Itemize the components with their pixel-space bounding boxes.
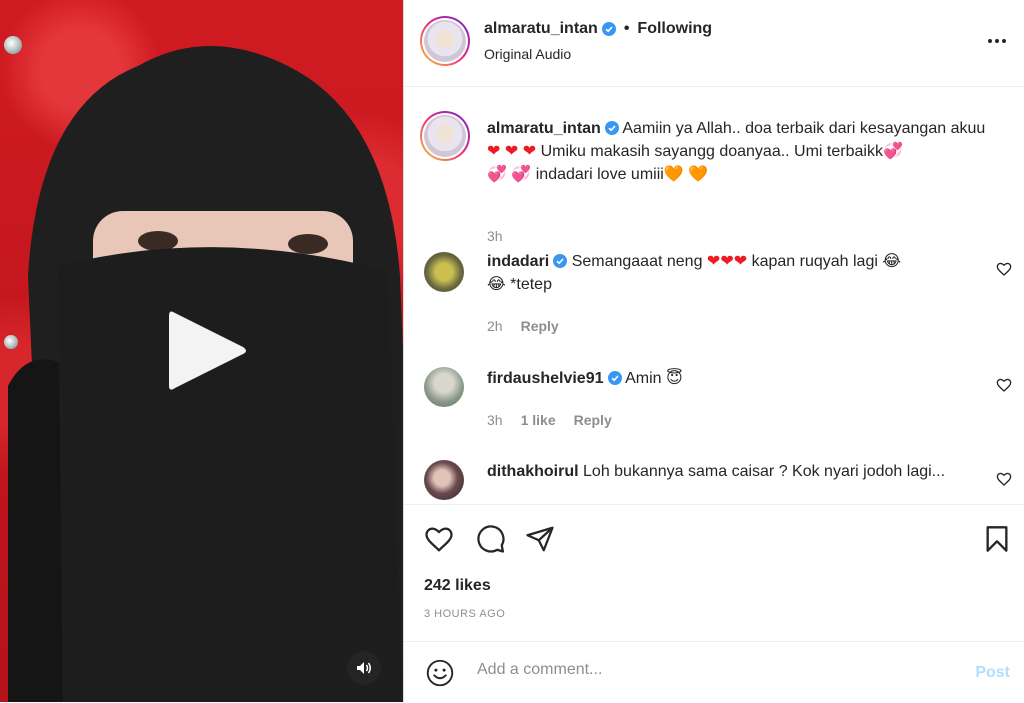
heart-emoji: ❤ [720,253,734,270]
post-sidebar: almaratu_intan • Following Original Audi… [403,0,1024,702]
comment-time[interactable]: 2h [487,318,503,334]
heart-emoji: ❤ [522,143,537,160]
caption-username[interactable]: almaratu_intan [487,120,601,137]
comment-like-heart-icon[interactable] [996,377,1012,393]
caption-part-3: Umiku makasih sayangg doanyaa.. Umi terb… [540,143,883,160]
mute-button[interactable] [347,651,381,685]
emoji-picker-icon[interactable] [426,659,454,687]
love-emoji: 💞 [511,166,532,183]
orange-heart-emoji: 🧡 [663,166,684,183]
commenter-avatar[interactable] [424,460,464,500]
caption-meta: 3h [487,228,503,244]
comment-text: dithakhoirul Loh bukannya sama caisar ? … [487,460,987,483]
caption-part-2: akuu [950,120,986,137]
save-bookmark-icon[interactable] [984,525,1010,553]
comment-body: Semangaaat neng [571,253,703,270]
comment-row: firdaushelvie91 Amin 😇 3h 1 like Reply [404,367,1024,447]
commenter-avatar[interactable] [424,367,464,407]
comment-row: dithakhoirul Loh bukannya sama caisar ? … [404,460,1024,503]
heart-emoji: ❤ [706,253,721,270]
verified-badge-icon [553,254,568,268]
reply-button[interactable]: Reply [574,412,612,428]
comment-likes[interactable]: 1 like [521,412,556,428]
post-comment-button[interactable]: Post [975,664,1010,682]
verified-badge-icon [607,371,622,385]
comment-text: firdaushelvie91 Amin 😇 [487,367,957,390]
play-button[interactable] [165,306,251,396]
comment-row: indadari Semangaaat neng ❤❤❤ kapan ruqya… [404,250,1024,350]
comment-input[interactable] [475,660,919,680]
comment-body: Loh bukannya sama caisar ? Kok nyari jod… [583,463,946,480]
likes-count[interactable]: 242 likes [424,577,491,595]
author-username[interactable]: almaratu_intan [484,20,598,38]
comment-meta: 3h 1 like Reply [487,412,612,428]
author-line: almaratu_intan • Following [484,20,712,38]
post-header: almaratu_intan • Following Original Audi… [404,0,1024,87]
love-emoji: 💞 [882,143,903,160]
heart-emoji: ❤ [504,143,519,160]
share-send-icon[interactable] [525,524,555,554]
laugh-emoji: 😂 [882,253,902,270]
comment-time[interactable]: 3h [487,412,503,428]
verified-badge-icon [601,22,616,36]
comment-body: Amin [625,370,662,387]
caption-text: almaratu_intan Aamiin ya Allah.. doa ter… [487,117,997,186]
smile-emoji: 😇 [665,370,683,387]
add-comment-bar: Post [404,641,1024,703]
commenter-avatar[interactable] [424,252,464,292]
caption-part-4: indadari love umiii [535,166,664,183]
comment-username[interactable]: dithakhoirul [487,463,579,480]
author-avatar[interactable] [420,16,470,66]
heart-emoji: ❤ [733,253,748,270]
caption-part-1: Aamiin ya Allah.. doa terbaik dari kesay… [622,120,947,137]
comment-like-heart-icon[interactable] [996,471,1012,487]
comment-meta: 2h Reply [487,318,559,334]
orange-heart-emoji: 🧡 [688,166,709,183]
comment-body: kapan ruqyah lagi [751,253,878,270]
separator-dot: • [623,20,630,37]
like-heart-icon[interactable] [424,525,454,553]
post-timestamp[interactable]: 3 HOURS AGO [424,608,505,620]
comment-bubble-icon[interactable] [476,524,506,554]
comment-text: indadari Semangaaat neng ❤❤❤ kapan ruqya… [487,250,957,296]
comment-body: *tetep [510,276,552,293]
caption: almaratu_intan Aamiin ya Allah.. doa ter… [404,111,1024,244]
heart-emoji: ❤ [487,143,501,160]
instagram-post-modal: almaratu_intan • Following Original Audi… [0,0,1024,702]
caption-time[interactable]: 3h [487,228,503,244]
comment-like-heart-icon[interactable] [996,261,1012,277]
comments-section: almaratu_intan Aamiin ya Allah.. doa ter… [404,87,1024,503]
original-audio-link[interactable]: Original Audio [484,46,571,62]
caption-avatar[interactable] [420,111,470,161]
reply-button[interactable]: Reply [521,318,559,334]
comment-username[interactable]: firdaushelvie91 [487,370,604,387]
comment-username[interactable]: indadari [487,253,549,270]
play-icon [169,311,246,390]
verified-badge-icon [604,121,619,135]
speaker-icon [357,662,371,674]
post-actions: 242 likes 3 HOURS AGO [404,504,1024,642]
laugh-emoji: 😂 [487,276,506,293]
more-options-icon[interactable] [986,30,1008,52]
video-player[interactable] [0,0,403,702]
love-emoji: 💞 [487,166,507,183]
following-button[interactable]: Following [637,20,712,38]
